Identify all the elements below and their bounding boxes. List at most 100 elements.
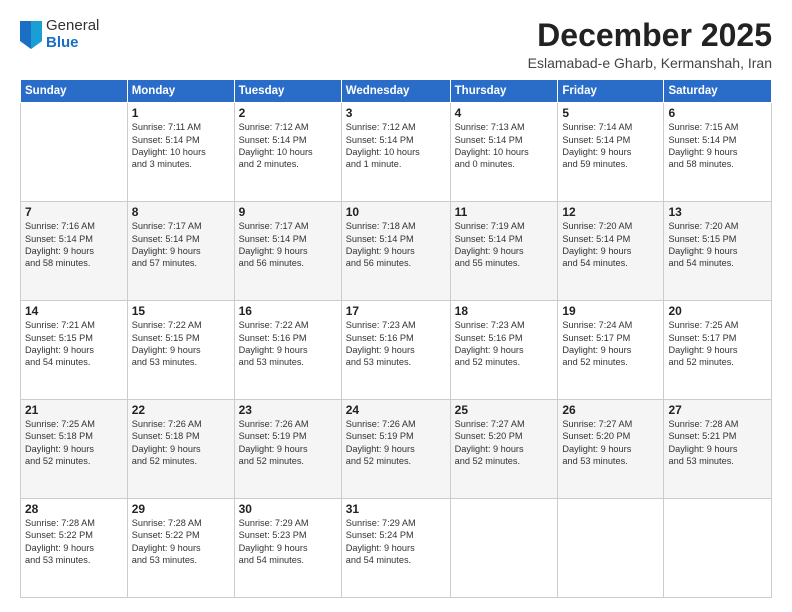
logo: General Blue bbox=[20, 18, 99, 51]
day-number: 30 bbox=[239, 502, 337, 516]
day-cell: 6Sunrise: 7:15 AM Sunset: 5:14 PM Daylig… bbox=[664, 103, 772, 202]
day-info: Sunrise: 7:17 AM Sunset: 5:14 PM Dayligh… bbox=[239, 220, 337, 270]
header-cell-saturday: Saturday bbox=[664, 80, 772, 103]
day-number: 19 bbox=[562, 304, 659, 318]
day-cell bbox=[558, 499, 664, 598]
day-cell: 4Sunrise: 7:13 AM Sunset: 5:14 PM Daylig… bbox=[450, 103, 558, 202]
day-number: 5 bbox=[562, 106, 659, 120]
day-cell: 15Sunrise: 7:22 AM Sunset: 5:15 PM Dayli… bbox=[127, 301, 234, 400]
day-cell: 18Sunrise: 7:23 AM Sunset: 5:16 PM Dayli… bbox=[450, 301, 558, 400]
day-info: Sunrise: 7:20 AM Sunset: 5:15 PM Dayligh… bbox=[668, 220, 767, 270]
day-info: Sunrise: 7:18 AM Sunset: 5:14 PM Dayligh… bbox=[346, 220, 446, 270]
week-row-0: 1Sunrise: 7:11 AM Sunset: 5:14 PM Daylig… bbox=[21, 103, 772, 202]
week-row-3: 21Sunrise: 7:25 AM Sunset: 5:18 PM Dayli… bbox=[21, 400, 772, 499]
day-cell: 26Sunrise: 7:27 AM Sunset: 5:20 PM Dayli… bbox=[558, 400, 664, 499]
day-cell: 7Sunrise: 7:16 AM Sunset: 5:14 PM Daylig… bbox=[21, 202, 128, 301]
day-info: Sunrise: 7:28 AM Sunset: 5:22 PM Dayligh… bbox=[25, 517, 123, 567]
day-cell: 10Sunrise: 7:18 AM Sunset: 5:14 PM Dayli… bbox=[341, 202, 450, 301]
day-number: 3 bbox=[346, 106, 446, 120]
day-cell: 21Sunrise: 7:25 AM Sunset: 5:18 PM Dayli… bbox=[21, 400, 128, 499]
header-row: SundayMondayTuesdayWednesdayThursdayFrid… bbox=[21, 80, 772, 103]
header: General Blue December 2025 Eslamabad-e G… bbox=[20, 18, 772, 71]
day-cell: 28Sunrise: 7:28 AM Sunset: 5:22 PM Dayli… bbox=[21, 499, 128, 598]
day-info: Sunrise: 7:24 AM Sunset: 5:17 PM Dayligh… bbox=[562, 319, 659, 369]
day-cell: 13Sunrise: 7:20 AM Sunset: 5:15 PM Dayli… bbox=[664, 202, 772, 301]
logo-text: General Blue bbox=[46, 18, 99, 51]
header-cell-friday: Friday bbox=[558, 80, 664, 103]
day-cell: 1Sunrise: 7:11 AM Sunset: 5:14 PM Daylig… bbox=[127, 103, 234, 202]
day-cell: 24Sunrise: 7:26 AM Sunset: 5:19 PM Dayli… bbox=[341, 400, 450, 499]
day-info: Sunrise: 7:26 AM Sunset: 5:19 PM Dayligh… bbox=[346, 418, 446, 468]
day-cell: 5Sunrise: 7:14 AM Sunset: 5:14 PM Daylig… bbox=[558, 103, 664, 202]
day-number: 2 bbox=[239, 106, 337, 120]
day-cell: 11Sunrise: 7:19 AM Sunset: 5:14 PM Dayli… bbox=[450, 202, 558, 301]
day-number: 13 bbox=[668, 205, 767, 219]
day-info: Sunrise: 7:28 AM Sunset: 5:22 PM Dayligh… bbox=[132, 517, 230, 567]
header-cell-thursday: Thursday bbox=[450, 80, 558, 103]
day-number: 28 bbox=[25, 502, 123, 516]
header-cell-sunday: Sunday bbox=[21, 80, 128, 103]
day-number: 31 bbox=[346, 502, 446, 516]
day-info: Sunrise: 7:26 AM Sunset: 5:18 PM Dayligh… bbox=[132, 418, 230, 468]
day-cell: 16Sunrise: 7:22 AM Sunset: 5:16 PM Dayli… bbox=[234, 301, 341, 400]
day-cell: 12Sunrise: 7:20 AM Sunset: 5:14 PM Dayli… bbox=[558, 202, 664, 301]
day-cell: 27Sunrise: 7:28 AM Sunset: 5:21 PM Dayli… bbox=[664, 400, 772, 499]
day-number: 18 bbox=[455, 304, 554, 318]
day-number: 7 bbox=[25, 205, 123, 219]
day-info: Sunrise: 7:23 AM Sunset: 5:16 PM Dayligh… bbox=[455, 319, 554, 369]
day-info: Sunrise: 7:25 AM Sunset: 5:17 PM Dayligh… bbox=[668, 319, 767, 369]
day-info: Sunrise: 7:20 AM Sunset: 5:14 PM Dayligh… bbox=[562, 220, 659, 270]
day-number: 14 bbox=[25, 304, 123, 318]
day-cell: 25Sunrise: 7:27 AM Sunset: 5:20 PM Dayli… bbox=[450, 400, 558, 499]
day-info: Sunrise: 7:25 AM Sunset: 5:18 PM Dayligh… bbox=[25, 418, 123, 468]
day-info: Sunrise: 7:28 AM Sunset: 5:21 PM Dayligh… bbox=[668, 418, 767, 468]
week-row-2: 14Sunrise: 7:21 AM Sunset: 5:15 PM Dayli… bbox=[21, 301, 772, 400]
day-cell: 20Sunrise: 7:25 AM Sunset: 5:17 PM Dayli… bbox=[664, 301, 772, 400]
day-info: Sunrise: 7:11 AM Sunset: 5:14 PM Dayligh… bbox=[132, 121, 230, 171]
day-info: Sunrise: 7:22 AM Sunset: 5:15 PM Dayligh… bbox=[132, 319, 230, 369]
day-info: Sunrise: 7:23 AM Sunset: 5:16 PM Dayligh… bbox=[346, 319, 446, 369]
day-number: 29 bbox=[132, 502, 230, 516]
day-number: 16 bbox=[239, 304, 337, 318]
day-number: 20 bbox=[668, 304, 767, 318]
header-cell-tuesday: Tuesday bbox=[234, 80, 341, 103]
header-cell-monday: Monday bbox=[127, 80, 234, 103]
day-info: Sunrise: 7:22 AM Sunset: 5:16 PM Dayligh… bbox=[239, 319, 337, 369]
day-cell: 8Sunrise: 7:17 AM Sunset: 5:14 PM Daylig… bbox=[127, 202, 234, 301]
week-row-1: 7Sunrise: 7:16 AM Sunset: 5:14 PM Daylig… bbox=[21, 202, 772, 301]
calendar-page: General Blue December 2025 Eslamabad-e G… bbox=[0, 0, 792, 612]
day-number: 8 bbox=[132, 205, 230, 219]
day-info: Sunrise: 7:29 AM Sunset: 5:24 PM Dayligh… bbox=[346, 517, 446, 567]
day-cell: 17Sunrise: 7:23 AM Sunset: 5:16 PM Dayli… bbox=[341, 301, 450, 400]
day-cell bbox=[450, 499, 558, 598]
day-number: 9 bbox=[239, 205, 337, 219]
day-number: 10 bbox=[346, 205, 446, 219]
day-info: Sunrise: 7:29 AM Sunset: 5:23 PM Dayligh… bbox=[239, 517, 337, 567]
day-number: 22 bbox=[132, 403, 230, 417]
day-cell bbox=[664, 499, 772, 598]
day-number: 25 bbox=[455, 403, 554, 417]
day-cell: 9Sunrise: 7:17 AM Sunset: 5:14 PM Daylig… bbox=[234, 202, 341, 301]
day-info: Sunrise: 7:13 AM Sunset: 5:14 PM Dayligh… bbox=[455, 121, 554, 171]
title-block: December 2025 Eslamabad-e Gharb, Kermans… bbox=[528, 18, 772, 71]
day-number: 12 bbox=[562, 205, 659, 219]
day-info: Sunrise: 7:12 AM Sunset: 5:14 PM Dayligh… bbox=[346, 121, 446, 171]
logo-icon bbox=[20, 21, 42, 49]
day-number: 6 bbox=[668, 106, 767, 120]
day-cell: 2Sunrise: 7:12 AM Sunset: 5:14 PM Daylig… bbox=[234, 103, 341, 202]
day-info: Sunrise: 7:15 AM Sunset: 5:14 PM Dayligh… bbox=[668, 121, 767, 171]
calendar-table: SundayMondayTuesdayWednesdayThursdayFrid… bbox=[20, 79, 772, 598]
day-number: 1 bbox=[132, 106, 230, 120]
day-cell: 23Sunrise: 7:26 AM Sunset: 5:19 PM Dayli… bbox=[234, 400, 341, 499]
day-cell: 22Sunrise: 7:26 AM Sunset: 5:18 PM Dayli… bbox=[127, 400, 234, 499]
day-info: Sunrise: 7:17 AM Sunset: 5:14 PM Dayligh… bbox=[132, 220, 230, 270]
day-info: Sunrise: 7:14 AM Sunset: 5:14 PM Dayligh… bbox=[562, 121, 659, 171]
day-cell: 31Sunrise: 7:29 AM Sunset: 5:24 PM Dayli… bbox=[341, 499, 450, 598]
day-number: 23 bbox=[239, 403, 337, 417]
day-cell: 29Sunrise: 7:28 AM Sunset: 5:22 PM Dayli… bbox=[127, 499, 234, 598]
month-title: December 2025 bbox=[528, 18, 772, 53]
day-cell: 14Sunrise: 7:21 AM Sunset: 5:15 PM Dayli… bbox=[21, 301, 128, 400]
day-info: Sunrise: 7:19 AM Sunset: 5:14 PM Dayligh… bbox=[455, 220, 554, 270]
day-info: Sunrise: 7:27 AM Sunset: 5:20 PM Dayligh… bbox=[455, 418, 554, 468]
day-info: Sunrise: 7:16 AM Sunset: 5:14 PM Dayligh… bbox=[25, 220, 123, 270]
